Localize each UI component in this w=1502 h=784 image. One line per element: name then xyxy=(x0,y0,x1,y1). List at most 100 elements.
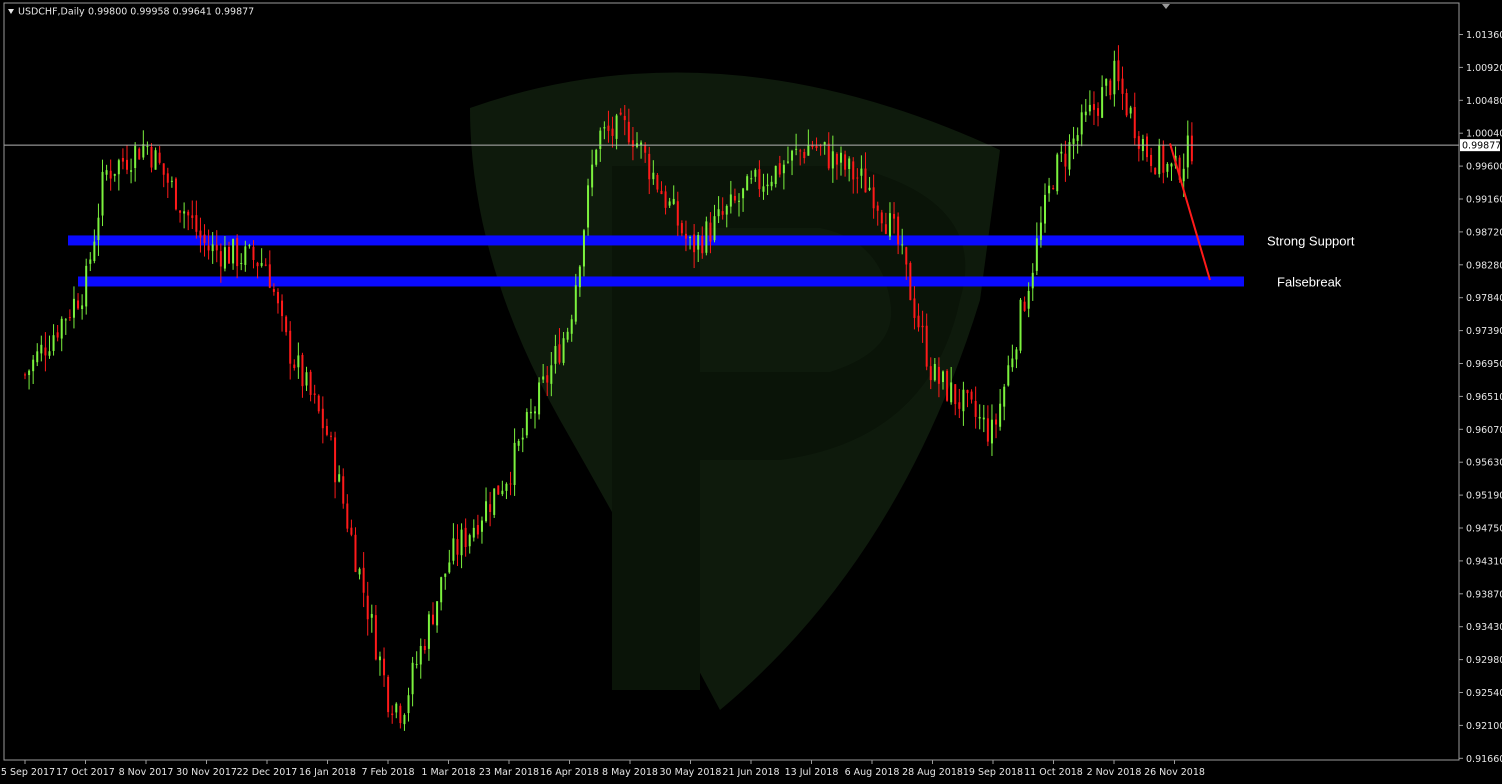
bear-candle xyxy=(191,215,194,218)
bear-candle xyxy=(456,539,459,555)
bull-candle xyxy=(529,411,532,414)
bull-candle xyxy=(183,211,186,214)
bull-candle xyxy=(754,169,757,177)
bear-candle xyxy=(1097,108,1100,116)
bull-candle xyxy=(101,171,104,216)
bear-candle xyxy=(272,289,275,292)
bull-candle xyxy=(517,441,520,446)
price-tick-label: 0.95190 xyxy=(1466,491,1502,502)
bull-candle xyxy=(415,664,418,666)
bull-candle xyxy=(582,230,585,267)
bear-candle xyxy=(317,395,320,412)
bear-candle xyxy=(383,658,386,676)
bear-candle xyxy=(56,332,59,338)
bear-candle xyxy=(876,205,879,211)
bull-candle xyxy=(729,194,732,207)
bear-candle xyxy=(350,527,353,535)
symbol-title: USDCHF,Daily xyxy=(18,7,85,18)
chart-canvas[interactable]: 1.01360 1.00920 1.00480 1.00040 0.99600 0.991… xyxy=(0,0,1502,784)
ohlc-readout: 0.99800 0.99958 0.99641 0.99877 xyxy=(88,7,254,18)
bull-candle xyxy=(1007,365,1010,386)
bear-candle xyxy=(921,325,924,328)
bull-candle xyxy=(32,359,35,372)
price-axis[interactable]: 1.01360 1.00920 1.00480 1.00040 0.99600 0.991… xyxy=(1459,30,1502,765)
bull-candle xyxy=(1068,142,1071,170)
bear-candle xyxy=(179,210,182,213)
time-tick-label: 6 Aug 2018 xyxy=(845,767,900,778)
bear-candle xyxy=(464,527,467,548)
bear-candle xyxy=(309,371,312,395)
price-tick-label: 1.00920 xyxy=(1466,63,1502,74)
bull-candle xyxy=(697,235,700,250)
bull-candle xyxy=(81,305,84,310)
price-tick-label: 0.98720 xyxy=(1466,227,1502,238)
falsebreak-zone[interactable] xyxy=(78,276,1244,287)
bull-candle xyxy=(1003,386,1006,407)
bull-candle xyxy=(615,115,618,139)
bull-candle xyxy=(1113,60,1116,95)
bull-candle xyxy=(97,217,100,241)
bear-candle xyxy=(925,325,928,367)
bear-candle xyxy=(285,316,288,333)
strong-support-zone[interactable] xyxy=(68,235,1244,246)
bull-candle xyxy=(570,319,573,334)
bull-candle xyxy=(1060,151,1063,154)
price-tick-label: 0.97390 xyxy=(1466,326,1502,337)
bear-candle xyxy=(264,264,267,266)
time-tick-label: 2 Nov 2018 xyxy=(1087,767,1142,778)
bull-candle xyxy=(668,201,671,206)
bull-candle xyxy=(468,535,471,547)
bear-candle xyxy=(660,190,663,195)
price-tick-label: 0.92540 xyxy=(1466,688,1502,699)
time-axis[interactable]: 25 Sep 2017 17 Oct 2017 8 Nov 2017 30 Nov 2… xyxy=(0,760,1205,778)
bear-candle xyxy=(758,169,761,190)
bull-candle xyxy=(134,145,137,169)
bull-candle xyxy=(1101,87,1104,118)
bull-candle xyxy=(1088,104,1091,112)
bear-candle xyxy=(1121,78,1124,94)
bear-candle xyxy=(256,262,259,267)
bull-candle xyxy=(52,335,55,351)
bear-candle xyxy=(489,504,492,513)
bull-candle xyxy=(831,151,834,169)
bull-candle xyxy=(419,645,422,665)
bear-candle xyxy=(366,595,369,620)
time-tick-label: 19 Sep 2018 xyxy=(963,767,1023,778)
bull-candle xyxy=(1182,168,1185,182)
bull-candle xyxy=(436,601,439,626)
bull-candle xyxy=(901,244,904,246)
bull-candle xyxy=(587,185,590,228)
price-tick-label: 0.95630 xyxy=(1466,458,1502,469)
bull-candle xyxy=(521,437,524,440)
bull-candle xyxy=(538,382,541,415)
price-tick-label: 1.00480 xyxy=(1466,96,1502,107)
bull-candle xyxy=(472,527,475,538)
bull-candle xyxy=(595,149,598,165)
bear-candle xyxy=(228,246,230,264)
shift-marker-icon[interactable] xyxy=(1162,4,1170,9)
bear-candle xyxy=(827,143,830,169)
chart-container[interactable]: 1.01360 1.00920 1.00480 1.00040 0.99600 0.991… xyxy=(0,0,1502,784)
projection-arrow[interactable] xyxy=(1169,143,1211,281)
bear-candle xyxy=(289,330,292,364)
bull-candle xyxy=(542,376,545,380)
bull-candle xyxy=(705,221,708,253)
bull-candle xyxy=(146,146,149,148)
bull-candle xyxy=(1031,272,1034,289)
bull-candle xyxy=(534,411,536,414)
bull-candle xyxy=(742,188,745,199)
bear-candle xyxy=(391,713,394,716)
bear-candle xyxy=(664,191,667,208)
symbol-menu-icon[interactable] xyxy=(8,9,14,14)
bear-candle xyxy=(68,317,71,319)
bear-candle xyxy=(1162,145,1165,173)
bull-candle xyxy=(480,520,483,532)
bull-candle xyxy=(223,247,226,269)
price-tick-label: 0.96950 xyxy=(1466,359,1502,370)
bear-candle xyxy=(1109,80,1112,96)
bear-candle xyxy=(680,223,683,234)
bull-candle xyxy=(591,164,594,188)
bull-candle xyxy=(427,614,430,649)
bear-candle xyxy=(1023,301,1026,311)
bear-candle xyxy=(558,344,561,363)
